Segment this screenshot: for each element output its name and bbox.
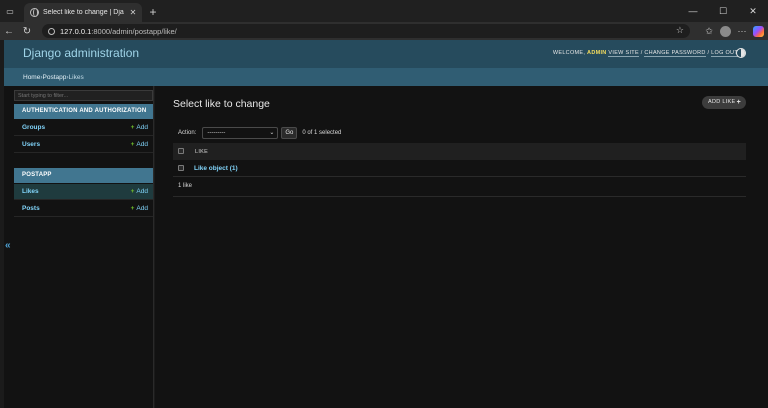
action-select[interactable]: --------- ⌄ <box>202 126 279 139</box>
username: ADMIN <box>587 50 607 56</box>
nav-sidebar: AUTHENTICATION AND AUTHORIZATION Groups … <box>4 86 154 408</box>
url-path: :8000/admin/postapp/like/ <box>91 26 177 36</box>
module-caption-postapp[interactable]: POSTAPP <box>14 168 153 183</box>
add-icon: + <box>130 141 135 148</box>
model-link-users[interactable]: Users <box>22 141 40 148</box>
url-host: 127.0.0.1 <box>60 26 92 36</box>
select-all-checkbox[interactable] <box>178 148 184 154</box>
page-title: Select like to change <box>173 98 270 110</box>
address-bar[interactable]: 127.0.0.1:8000/admin/postapp/like/ ☆ <box>42 24 690 38</box>
column-header-like: LIKE <box>195 149 209 155</box>
reload-icon[interactable]: ↻ <box>18 22 36 40</box>
back-icon[interactable]: ← <box>0 22 18 40</box>
sidebar-item-posts[interactable]: Posts + Add <box>14 201 153 217</box>
chevron-down-icon: ⌄ <box>269 129 275 136</box>
action-selected-value: --------- <box>207 129 226 136</box>
favorites-icon[interactable]: ✩ <box>702 24 716 38</box>
sidebar-filter-input[interactable] <box>14 90 153 101</box>
browser-tools: ✩ ··· <box>702 22 764 40</box>
divider <box>173 196 746 197</box>
more-options-icon[interactable]: ··· <box>735 24 749 38</box>
add-users-link[interactable]: + Add <box>131 141 148 148</box>
tab-actions-menu-icon[interactable]: ▭ <box>0 0 20 22</box>
breadcrumb-home[interactable]: Home <box>23 74 40 81</box>
sidebar-item-groups[interactable]: Groups + Add <box>14 120 153 136</box>
log-out-link[interactable]: LOG OUT <box>711 50 738 57</box>
add-likes-link[interactable]: + Add <box>131 188 148 195</box>
user-tools: WELCOME, ADMIN VIEW SITE / CHANGE PASSWO… <box>552 50 738 57</box>
main-content: Select like to change ADD LIKE + Action:… <box>155 86 768 408</box>
browser-tab[interactable]: Select like to change | Django site admi… <box>24 3 142 22</box>
close-tab-icon[interactable]: ✕ <box>128 8 138 17</box>
url-text: 127.0.0.1:8000/admin/postapp/like/ <box>60 27 177 36</box>
row-checkbox[interactable] <box>178 165 184 171</box>
site-brand[interactable]: Django administration <box>23 46 139 60</box>
add-label: Add <box>136 124 148 131</box>
model-link-posts[interactable]: Posts <box>22 205 40 212</box>
view-site-link[interactable]: VIEW SITE <box>608 50 639 57</box>
change-password-link[interactable]: CHANGE PASSWORD <box>644 50 706 57</box>
breadcrumb-current: Likes <box>68 73 84 81</box>
selection-counter: 0 of 1 selected <box>302 129 342 136</box>
sidebar-item-users[interactable]: Users + Add <box>14 137 153 153</box>
breadcrumb: Home › Postapp › Likes <box>4 68 768 86</box>
window-controls: — ☐ ✕ <box>678 0 768 22</box>
favorite-star-icon[interactable]: ☆ <box>676 25 684 36</box>
add-icon: + <box>130 124 135 131</box>
minimize-icon[interactable]: — <box>678 0 708 22</box>
model-link-likes[interactable]: Likes <box>22 188 39 195</box>
module-caption-auth[interactable]: AUTHENTICATION AND AUTHORIZATION <box>14 104 153 119</box>
copilot-icon[interactable] <box>753 25 764 37</box>
add-label: Add <box>136 205 148 212</box>
maximize-icon[interactable]: ☐ <box>708 0 738 22</box>
profile-avatar[interactable] <box>720 25 731 37</box>
toggle-sidebar-icon[interactable]: « <box>5 240 11 251</box>
add-label: Add <box>136 188 148 195</box>
browser-tab-bar: ▭ Select like to change | Django site ad… <box>0 0 768 22</box>
plus-icon: + <box>736 99 741 106</box>
breadcrumb-postapp[interactable]: Postapp <box>43 74 67 81</box>
add-like-label: ADD LIKE <box>708 99 736 105</box>
browser-toolbar: ← ↻ 127.0.0.1:8000/admin/postapp/like/ ☆… <box>0 22 768 40</box>
add-icon: + <box>130 188 135 195</box>
add-icon: + <box>130 205 135 212</box>
add-label: Add <box>136 141 148 148</box>
table-row: Like object (1) <box>173 160 746 177</box>
action-label: Action: <box>178 129 197 136</box>
sidebar-item-likes[interactable]: Likes + Add <box>14 184 153 200</box>
welcome-text: WELCOME, <box>552 50 586 56</box>
paginator: 1 like <box>178 183 193 189</box>
row-link[interactable]: Like object (1) <box>194 165 238 172</box>
site-info-icon[interactable] <box>48 27 55 35</box>
add-like-button[interactable]: ADD LIKE + <box>702 96 746 109</box>
table-header: LIKE <box>173 143 746 160</box>
add-groups-link[interactable]: + Add <box>131 124 148 131</box>
go-button[interactable]: Go <box>281 126 298 139</box>
result-list: LIKE Like object (1) <box>173 143 746 177</box>
model-link-groups[interactable]: Groups <box>22 124 45 131</box>
new-tab-icon[interactable]: + <box>144 2 162 22</box>
site-header: Django administration WELCOME, ADMIN VIE… <box>4 40 768 68</box>
close-window-icon[interactable]: ✕ <box>738 0 768 22</box>
tab-title: Select like to change | Django site admi… <box>43 9 124 16</box>
add-posts-link[interactable]: + Add <box>131 205 148 212</box>
actions-bar: Action: --------- ⌄ Go 0 of 1 selected <box>178 126 341 139</box>
theme-toggle-icon[interactable] <box>736 48 746 58</box>
globe-icon <box>30 8 39 17</box>
